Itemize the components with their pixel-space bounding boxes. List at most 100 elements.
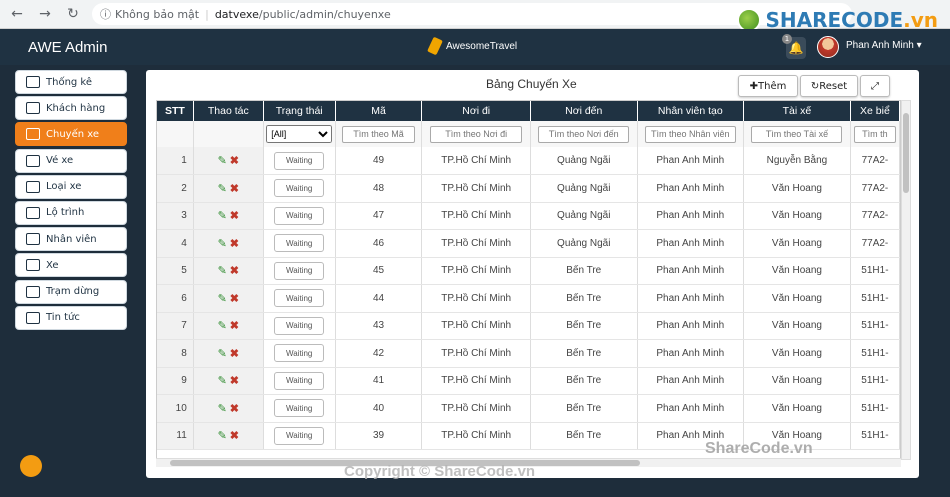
- column-header-stt[interactable]: STT: [157, 101, 194, 121]
- notification-button[interactable]: 1 🔔: [782, 34, 806, 59]
- table-row[interactable]: 1 ✎ ✖ Waiting 49 TP.Hồ Chí Minh Quảng Ngãi Phan…: [157, 147, 900, 175]
- creator-filter-input[interactable]: [644, 125, 736, 143]
- edit-icon[interactable]: ✎: [218, 238, 227, 250]
- table-row[interactable]: 3 ✎ ✖ Waiting 47 TP.Hồ Chí Minh Quảng Ngãi Phan…: [157, 202, 900, 230]
- status-button[interactable]: Waiting: [274, 316, 325, 335]
- delete-icon[interactable]: ✖: [230, 348, 239, 360]
- cell-driver: Văn Hoang: [743, 394, 851, 423]
- delete-icon[interactable]: ✖: [230, 265, 239, 277]
- edit-icon[interactable]: ✎: [218, 210, 227, 222]
- status-button[interactable]: Waiting: [274, 179, 325, 198]
- sidebar-item-chuyen-xe[interactable]: Chuyến xe: [15, 122, 127, 147]
- edit-icon[interactable]: ✎: [218, 403, 227, 415]
- status-filter-select[interactable]: [All]: [266, 125, 333, 143]
- edit-icon[interactable]: ✎: [218, 348, 227, 360]
- cell-code: 40: [335, 394, 423, 423]
- delete-icon[interactable]: ✖: [230, 430, 239, 442]
- edit-icon[interactable]: ✎: [218, 320, 227, 332]
- cell-status: Waiting: [263, 202, 336, 230]
- expand-button[interactable]: ⤢: [860, 75, 890, 97]
- column-header-creator[interactable]: Nhân viên tạo: [637, 101, 745, 121]
- sidebar-item-thong-ke[interactable]: Thống kê: [15, 70, 127, 94]
- status-button[interactable]: Waiting: [274, 261, 325, 280]
- column-header-driver[interactable]: Tài xế: [743, 101, 851, 121]
- cell-stt: 9: [157, 367, 194, 395]
- origin-filter-input[interactable]: [429, 125, 523, 143]
- delete-icon[interactable]: ✖: [230, 155, 239, 167]
- sidebar-item-label: Trạm dừng: [46, 286, 100, 297]
- table-row[interactable]: 10 ✎ ✖ Waiting 40 TP.Hồ Chí Minh Bến Tre Phan A…: [157, 394, 900, 423]
- cell-stt: 4: [157, 229, 194, 258]
- sidebar-item-khach-hang[interactable]: Khách hàng: [15, 96, 127, 121]
- edit-icon[interactable]: ✎: [218, 155, 227, 167]
- cell-plate: 51H1-: [850, 367, 900, 395]
- filter-cell: [850, 121, 900, 147]
- reset-button[interactable]: ↻Reset: [800, 75, 858, 97]
- edit-icon[interactable]: ✎: [218, 183, 227, 195]
- scroll-thumb[interactable]: [903, 113, 909, 193]
- driver-filter-input[interactable]: [751, 125, 843, 143]
- forward-icon[interactable]: →: [34, 3, 56, 25]
- status-button[interactable]: Waiting: [274, 371, 325, 390]
- cell-actions: ✎ ✖: [193, 202, 264, 230]
- cell-actions: ✎ ✖: [193, 394, 264, 423]
- back-icon[interactable]: ←: [6, 3, 28, 25]
- column-header-origin[interactable]: Nơi đi: [421, 101, 531, 121]
- status-button[interactable]: Waiting: [274, 206, 325, 225]
- delete-icon[interactable]: ✖: [230, 293, 239, 305]
- status-button[interactable]: Waiting: [274, 234, 325, 253]
- table-row[interactable]: 5 ✎ ✖ Waiting 45 TP.Hồ Chí Minh Bến Tre Phan An…: [157, 257, 900, 285]
- plate-filter-input[interactable]: [854, 125, 896, 143]
- delete-icon[interactable]: ✖: [230, 210, 239, 222]
- user-menu[interactable]: Phan Anh Minh ▾: [846, 40, 922, 51]
- table-row[interactable]: 4 ✎ ✖ Waiting 46 TP.Hồ Chí Minh Quảng Ngãi Phan…: [157, 229, 900, 258]
- app-title[interactable]: AWE Admin: [28, 39, 107, 56]
- cell-actions: ✎ ✖: [193, 174, 264, 203]
- reload-icon[interactable]: ↻: [62, 3, 84, 25]
- delete-icon[interactable]: ✖: [230, 403, 239, 415]
- sidebar-item-label: Vé xe: [46, 155, 74, 167]
- status-button[interactable]: Waiting: [274, 344, 325, 363]
- status-button[interactable]: Waiting: [274, 151, 325, 170]
- table-row[interactable]: 8 ✎ ✖ Waiting 42 TP.Hồ Chí Minh Bến Tre Phan An…: [157, 339, 900, 368]
- status-button[interactable]: Waiting: [274, 426, 325, 445]
- cell-stt: 5: [157, 257, 194, 285]
- cell-origin: TP.Hồ Chí Minh: [421, 284, 531, 313]
- sidebar-item-ve-xe[interactable]: Vé xe: [15, 148, 127, 173]
- sidebar-item-tin-tuc[interactable]: Tin tức: [15, 305, 127, 330]
- delete-icon[interactable]: ✖: [230, 238, 239, 250]
- vertical-scrollbar[interactable]: [901, 100, 911, 460]
- cell-destination: Quảng Ngãi: [530, 202, 638, 230]
- chat-bubble-icon[interactable]: [20, 455, 42, 477]
- column-header-code[interactable]: Mã: [335, 101, 423, 121]
- avatar[interactable]: [817, 36, 839, 58]
- status-button[interactable]: Waiting: [274, 399, 325, 418]
- destination-filter-input[interactable]: [538, 125, 630, 143]
- column-header-status[interactable]: Trạng thái: [263, 101, 336, 121]
- sidebar-item-nhan-vien[interactable]: Nhân viên: [15, 227, 127, 252]
- status-button[interactable]: Waiting: [274, 289, 325, 308]
- column-header-destination[interactable]: Nơi đến: [530, 101, 638, 121]
- delete-icon[interactable]: ✖: [230, 375, 239, 387]
- table-row[interactable]: 6 ✎ ✖ Waiting 44 TP.Hồ Chí Minh Bến Tre Phan An…: [157, 284, 900, 313]
- code-filter-input[interactable]: [341, 125, 416, 143]
- sidebar-item-label: Thống kê: [46, 76, 93, 88]
- edit-icon[interactable]: ✎: [218, 293, 227, 305]
- cell-status: Waiting: [263, 422, 336, 450]
- table-row[interactable]: 7 ✎ ✖ Waiting 43 TP.Hồ Chí Minh Bến Tre Phan An…: [157, 312, 900, 340]
- column-header-plate[interactable]: Xe biể: [850, 101, 900, 121]
- sidebar-item-tram-dung[interactable]: Trạm dừng: [15, 279, 127, 304]
- cell-plate: 77A2-: [850, 229, 900, 258]
- table-row[interactable]: 2 ✎ ✖ Waiting 48 TP.Hồ Chí Minh Quảng Ngãi Phan…: [157, 174, 900, 203]
- sidebar-item-loai-xe[interactable]: Loại xe: [15, 174, 127, 199]
- add-button[interactable]: ✚Thêm: [738, 75, 798, 97]
- table-row[interactable]: 9 ✎ ✖ Waiting 41 TP.Hồ Chí Minh Bến Tre Phan An…: [157, 367, 900, 395]
- sidebar-item-lo-trinh[interactable]: Lộ trình: [15, 200, 127, 225]
- delete-icon[interactable]: ✖: [230, 320, 239, 332]
- delete-icon[interactable]: ✖: [230, 183, 239, 195]
- edit-icon[interactable]: ✎: [218, 375, 227, 387]
- column-header-actions[interactable]: Thao tác: [193, 101, 264, 121]
- sidebar-item-xe[interactable]: Xe: [15, 253, 127, 278]
- edit-icon[interactable]: ✎: [218, 430, 227, 442]
- edit-icon[interactable]: ✎: [218, 265, 227, 277]
